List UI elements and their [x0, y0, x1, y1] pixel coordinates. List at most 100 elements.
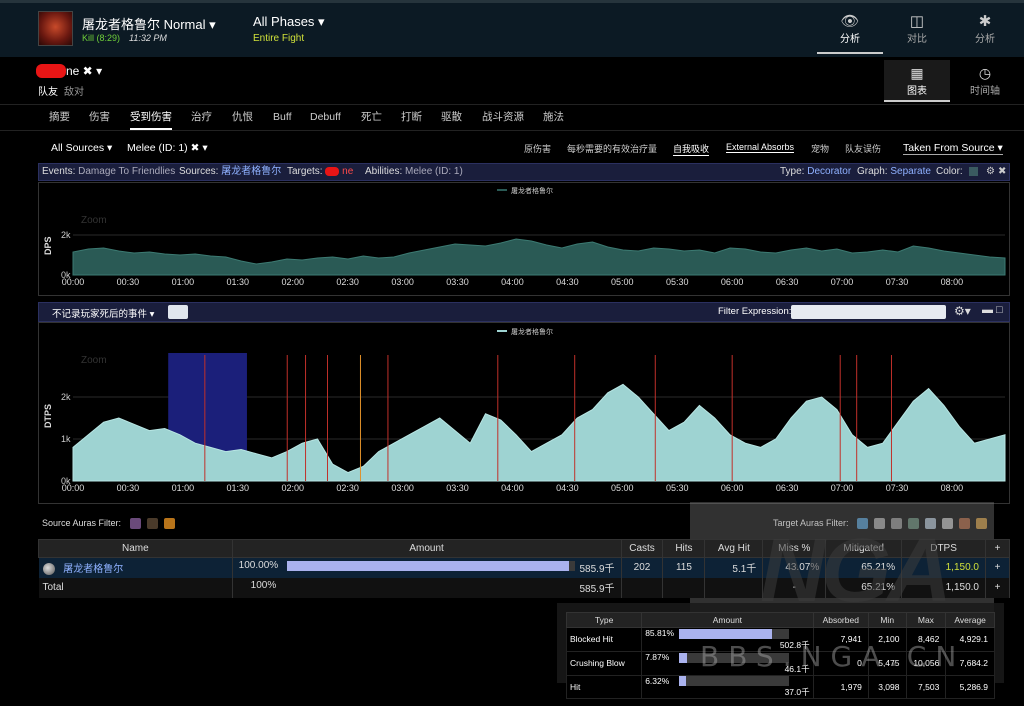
tab-deaths[interactable]: 死亡 [361, 108, 382, 130]
col-casts[interactable]: Casts [620, 539, 664, 558]
taken-from-dropdown[interactable]: Taken From Source ▾ [903, 142, 1003, 155]
col-hits[interactable]: Hits [662, 539, 706, 558]
col-avg-hit[interactable]: Avg Hit [704, 539, 764, 558]
ability-filter[interactable]: Melee (ID: 1) ✖ ▾ [127, 142, 208, 154]
abilities-filter[interactable]: Abilities: Melee (ID: 1) [365, 164, 463, 180]
x-tick-label: 07:30 [886, 483, 909, 493]
aura-icon[interactable] [146, 518, 158, 530]
color-selector[interactable]: Color: [936, 164, 979, 180]
tab-threat[interactable]: 仇恨 [232, 108, 253, 130]
option-raw-damage[interactable]: 原伤害 [524, 142, 551, 155]
total-hits [662, 577, 706, 598]
death-events-dropdown[interactable]: 不记录玩家死后的事件 ▾ [52, 306, 154, 320]
dps-chart[interactable]: 2k0kZoom00:00 00:30 01:00 01:30 02:00 02:30 03… [39, 183, 1009, 295]
option-self-absorb[interactable]: 自我吸收 [673, 142, 710, 156]
filter-expression-label: Filter Expression: [718, 306, 792, 317]
x-tick-label: 01:00 [172, 483, 195, 493]
col-amount[interactable]: Amount [231, 539, 622, 558]
nav-compare[interactable]: ◫ 对比 [884, 3, 950, 54]
sub-col-amount[interactable]: Amount [641, 612, 814, 628]
sub-col-min[interactable]: Min [867, 612, 907, 628]
option-friendly-fire[interactable]: 队友误伤 [845, 142, 881, 155]
row-add[interactable]: + [985, 557, 1011, 578]
sub-type: Crushing Blow [565, 650, 643, 676]
close-icon[interactable]: ✖ [998, 164, 1006, 180]
enemy-toggle[interactable]: 敌对 [64, 83, 84, 98]
tab-damage[interactable]: 伤害 [89, 108, 110, 130]
target-redaction [325, 166, 340, 176]
dps-chart-panel[interactable]: 2k 0k Zoom 00:00 00:30 01:00 01:30 02:00 02:30 03… [38, 182, 1010, 296]
aura-icon[interactable] [163, 518, 175, 530]
table-row[interactable]: Hit 6.32% 37.0千 1,979 3,098 7,503 5,286.… [565, 674, 995, 700]
x-tick-label: 00:00 [62, 277, 85, 287]
type-selector[interactable]: Type: Decorator [780, 164, 851, 180]
boss-avatar[interactable] [38, 11, 73, 46]
dtps-chart[interactable]: 2k1k0kZoom00:00 00:30 01:00 01:30 02:00 02:30… [39, 323, 1009, 503]
x-tick-label: 02:00 [281, 483, 304, 493]
player-selector[interactable]: ne ✖ ▾ [66, 64, 102, 78]
aura-icon[interactable] [129, 518, 141, 530]
sub-col-absorbed[interactable]: Absorbed [812, 612, 869, 628]
col-name[interactable]: Name [38, 539, 233, 558]
ally-toggle[interactable]: 队友 [38, 83, 58, 98]
minimize-icon[interactable]: ▬ [982, 304, 993, 316]
tab-resources[interactable]: 战斗资源 [482, 108, 524, 130]
graph-selector[interactable]: Graph: Separate [857, 164, 931, 180]
sub-col-average[interactable]: Average [945, 612, 995, 628]
row-casts: 202 [621, 557, 664, 578]
sub-max: 7,503 [905, 674, 947, 700]
tab-summary[interactable]: 摘要 [49, 108, 70, 130]
toggle-box[interactable] [168, 305, 188, 319]
sources-dropdown[interactable]: All Sources ▾ [51, 142, 112, 154]
targets-filter[interactable]: Targets: ne [287, 164, 353, 180]
chart-controls-bar: 不记录玩家死后的事件 ▾ Filter Expression: ⚙▾ ▬ □ [38, 302, 1010, 322]
nav-puzzle[interactable]: ✱ 分析 [952, 3, 1018, 54]
nav-analyze[interactable]: 👁 分析 [817, 3, 883, 54]
tab-healing[interactable]: 治疗 [191, 108, 212, 130]
sources-value: 屠龙者格鲁尔 [221, 166, 282, 177]
sub-col-max[interactable]: Max [905, 612, 947, 628]
tab-buff[interactable]: Buff [273, 108, 292, 130]
type-key: Type: [780, 166, 805, 177]
row-avg: 5.1千 [704, 557, 764, 578]
maximize-icon[interactable]: □ [996, 304, 1003, 316]
view-chart-label: 图表 [907, 86, 927, 97]
row-hits: 115 [662, 557, 706, 578]
targets-key: Targets: [287, 166, 323, 177]
row-name[interactable]: 屠龙者格鲁尔 [63, 564, 123, 575]
encounter-selector[interactable]: 屠龙者格鲁尔 Normal ▾ [82, 14, 216, 33]
events-key: Events: [42, 166, 76, 177]
sources-filter[interactable]: Sources: 屠龙者格鲁尔 [179, 164, 281, 180]
sub-col-type[interactable]: Type [565, 612, 643, 628]
tab-damage-taken[interactable]: 受到伤害 [130, 108, 172, 130]
tab-dispels[interactable]: 驱散 [441, 108, 462, 130]
watermark-url: BBS.NGA.CN [700, 640, 966, 673]
tab-interrupts[interactable]: 打断 [401, 108, 422, 130]
option-external-absorbs[interactable]: External Absorbs [726, 142, 795, 153]
option-effective-hps[interactable]: 每秒需要的有效治疗量 [567, 142, 657, 155]
player-row [0, 57, 1024, 105]
events-filter[interactable]: Events: Damage To Friendlies [42, 164, 175, 180]
tab-casts[interactable]: 施法 [543, 108, 564, 130]
settings-gear-icon[interactable]: ⚙▾ [954, 304, 971, 318]
clock-icon: ◷ [978, 65, 992, 81]
view-chart[interactable]: ▦ 图表 [884, 60, 950, 102]
dtps-chart-panel[interactable]: 2k 1k 0k Zoom 00:00 00:30 01:00 01:30 02:00 02:30… [38, 322, 1010, 504]
row-pct: 100.00% [238, 560, 279, 572]
row-amount-cell: 100.00% 585.9千 [232, 557, 622, 578]
tab-debuff[interactable]: Debuff [310, 108, 341, 130]
total-add[interactable]: + [985, 577, 1011, 598]
x-tick-label: 07:30 [886, 277, 909, 287]
y-axis-label: DPS [43, 236, 53, 255]
col-add[interactable]: + [984, 539, 1011, 558]
filter-expression-input[interactable] [791, 305, 946, 319]
nav-compare-label: 对比 [907, 34, 927, 45]
total-casts [621, 577, 664, 598]
gear-icon[interactable]: ⚙ [986, 164, 995, 180]
view-timeline[interactable]: ◷ 时间轴 [952, 60, 1018, 102]
sub-pct: 7.87% [645, 651, 670, 662]
y-tick-label: 1k [61, 434, 71, 444]
option-pets[interactable]: 宠物 [811, 142, 829, 155]
sub-amount-track [686, 676, 790, 687]
phase-selector[interactable]: All Phases ▾ [253, 14, 325, 30]
